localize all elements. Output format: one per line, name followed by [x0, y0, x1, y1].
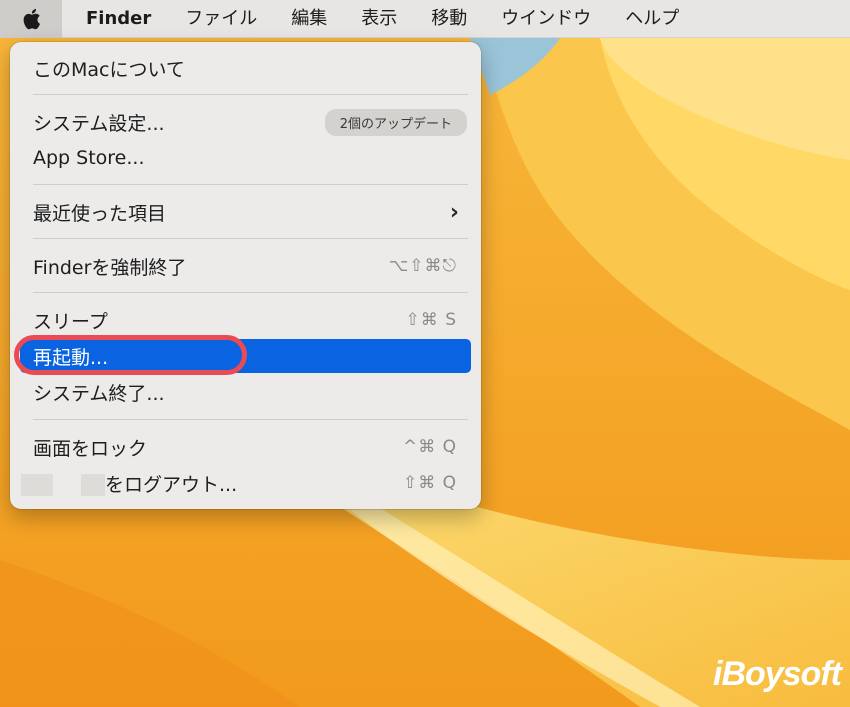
menu-separator: [33, 184, 468, 185]
logout-label: をログアウト...: [105, 473, 238, 496]
menubar-app-finder[interactable]: Finder: [62, 0, 168, 38]
menu-bar: Finder ファイル 編集 表示 移動 ウインドウ ヘルプ: [0, 0, 850, 38]
menu-item-label: システム終了...: [33, 382, 165, 405]
lock-screen-shortcut: ^⌘ Q: [402, 437, 457, 457]
menu-item-lock-screen[interactable]: 画面をロック ^⌘ Q: [20, 430, 471, 464]
menu-item-label: 画面をロック: [33, 437, 148, 460]
apple-logo-icon: [23, 8, 40, 29]
iboysoft-watermark: iBoysoft: [713, 655, 842, 693]
menu-item-label: スリープ: [33, 310, 108, 333]
menu-item-sleep[interactable]: スリープ ⇧⌘ S: [20, 303, 471, 337]
menu-item-app-store[interactable]: App Store...: [20, 141, 471, 175]
menu-item-label: App Store...: [33, 147, 145, 169]
menu-item-recent-items[interactable]: 最近使った項目 ›: [20, 195, 471, 229]
menu-item-label: Finderを強制終了: [33, 256, 187, 279]
menubar-help[interactable]: ヘルプ: [608, 0, 696, 38]
menu-separator: [33, 94, 468, 95]
menu-item-force-quit[interactable]: Finderを強制終了 ⌥⇧⌘⎋: [20, 249, 471, 283]
apple-menu-button[interactable]: [0, 0, 62, 38]
force-quit-shortcut: ⌥⇧⌘⎋: [388, 256, 457, 276]
menu-item-shutdown[interactable]: システム終了...: [20, 375, 471, 409]
redacted-username: [81, 474, 105, 496]
menubar-window[interactable]: ウインドウ: [484, 0, 608, 38]
menu-item-label: システム設定...: [33, 112, 165, 135]
menu-separator: [33, 238, 468, 239]
menubar-view[interactable]: 表示: [344, 0, 414, 38]
apple-dropdown-menu: このMacについて システム設定... 2個のアップデート App Store.…: [10, 42, 481, 509]
menu-item-logout[interactable]: をログアウト... ⇧⌘ Q: [20, 466, 471, 500]
update-badge: 2個のアップデート: [324, 108, 467, 136]
menu-separator: [33, 292, 468, 293]
menubar-edit[interactable]: 編集: [274, 0, 344, 38]
menu-item-about-this-mac[interactable]: このMacについて: [20, 51, 471, 85]
menu-item-system-settings[interactable]: システム設定... 2個のアップデート: [20, 105, 471, 139]
menu-item-label: 最近使った項目: [33, 202, 167, 225]
sleep-shortcut: ⇧⌘ S: [405, 310, 457, 330]
menu-item-restart[interactable]: 再起動...: [20, 339, 471, 373]
menu-item-label: このMacについて: [33, 58, 185, 81]
redacted-username: [21, 474, 53, 496]
menubar-file[interactable]: ファイル: [168, 0, 274, 38]
logout-shortcut: ⇧⌘ Q: [402, 473, 457, 493]
menu-item-label: をログアウト...: [21, 470, 238, 497]
menubar-go[interactable]: 移動: [414, 0, 484, 38]
chevron-right-icon: ›: [449, 199, 459, 225]
menu-item-label: 再起動...: [33, 346, 109, 369]
menu-separator: [33, 419, 468, 420]
